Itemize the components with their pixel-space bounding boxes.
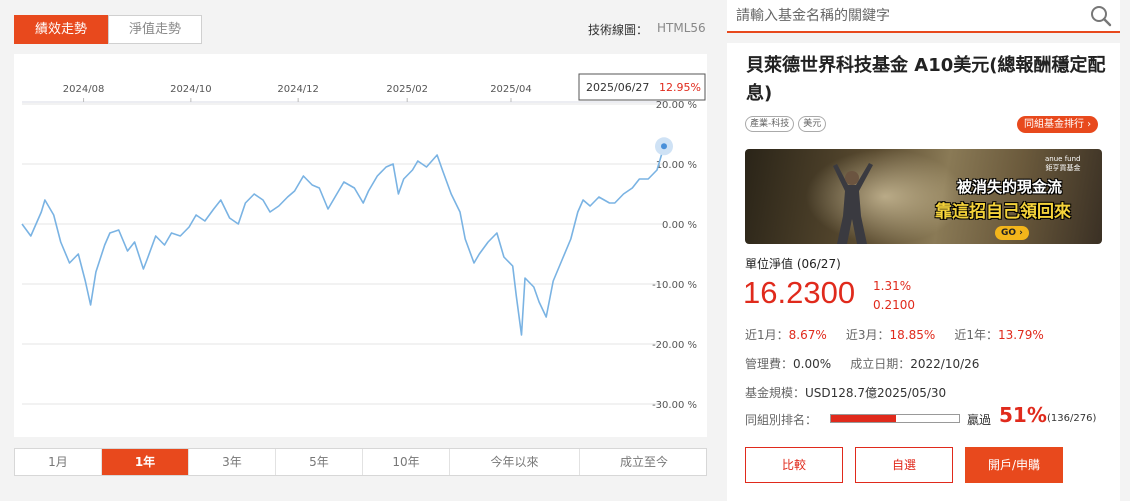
range-button-0[interactable]: 1月: [15, 449, 102, 475]
nav-change: 0.2100: [873, 298, 915, 312]
y-tick-label: -30.00 %: [652, 400, 697, 411]
fund-info-card: 貝萊德世界科技基金 A10美元(總報酬穩定配息) 產業-科技 美元 同組基金排行…: [727, 43, 1120, 501]
fee-and-inception: 管理費：0.00% 成立日期：2022/10/26: [745, 357, 980, 371]
banner-headline-2: 靠這招自己領回來: [935, 202, 1071, 222]
x-tick-label: 2024/08: [63, 84, 105, 95]
range-button-4[interactable]: 10年: [363, 449, 450, 475]
perf-1y: 13.79%: [997, 328, 1044, 342]
perf-3m: 18.85%: [889, 328, 936, 342]
series-line: [21, 146, 665, 336]
hover-point: [661, 143, 667, 150]
tag-category[interactable]: 產業-科技: [745, 116, 795, 132]
nav-change-pct: 1.31%: [873, 279, 912, 293]
peer-ranking-button[interactable]: 同組基金排行 ›: [1017, 116, 1099, 133]
x-tick-label: 2024/10: [170, 84, 212, 95]
fund-page: 績效走勢 淨值走勢 技術線圖： HTML56 20.00 % 10.00 % 0.0…: [0, 0, 1130, 501]
banner-headline-1: 被消失的現金流: [957, 178, 1063, 196]
fund-tags: 產業-科技 美元: [745, 116, 827, 132]
range-button-6[interactable]: 成立至今: [580, 449, 708, 475]
range-button-3[interactable]: 5年: [276, 449, 363, 475]
search-icon[interactable]: [1090, 5, 1112, 27]
fee-value: 0.00%: [793, 357, 832, 371]
tooltip-date: 2025/06/27: [586, 81, 649, 94]
inception-value: 2022/10/26: [910, 357, 980, 371]
rank-progress-bar: [830, 414, 960, 423]
fund-size-value: USD128.7億2025/05/30: [805, 386, 947, 400]
y-tick-label: -20.00 %: [652, 340, 697, 351]
range-button-1[interactable]: 1年: [102, 449, 189, 475]
person-illustration: [833, 163, 873, 244]
range-button-5[interactable]: 今年以來: [450, 449, 580, 475]
banner-logo: anue fund 鉅亨買基金: [1045, 155, 1081, 172]
perf-1m: 8.67%: [788, 328, 827, 342]
tooltip-value: 12.95%: [659, 81, 701, 94]
tech-chart-value[interactable]: HTML56: [657, 21, 706, 35]
compare-button[interactable]: 比較: [745, 447, 843, 483]
performance-summary: 近1月：8.67% 近3月：18.85% 近1年：13.79%: [745, 328, 1044, 342]
promo-banner[interactable]: anue fund 鉅亨買基金 被消失的現金流 靠這招自己領回來 GO ›: [745, 149, 1102, 244]
tech-chart-label: 技術線圖：: [588, 23, 649, 37]
nav-label: 單位淨值 (06/27): [745, 257, 841, 271]
search-input[interactable]: [736, 5, 1076, 27]
range-selector: 1月 1年 3年 5年 10年 今年以來 成立至今: [14, 448, 707, 476]
y-tick-label: 10.00 %: [656, 160, 697, 171]
open-account-button[interactable]: 開戶/申購: [965, 447, 1063, 483]
nav-value: 16.2300: [743, 275, 856, 310]
x-tick-label: 2025/02: [386, 84, 428, 95]
performance-line-chart[interactable]: 20.00 % 10.00 % 0.00 % -10.00 % -20.00 % -30.…: [14, 54, 707, 437]
win-label: 贏過: [967, 413, 992, 427]
y-tick-label: -10.00 %: [652, 280, 697, 291]
range-button-2[interactable]: 3年: [189, 449, 276, 475]
y-tick-label: 20.00 %: [656, 100, 697, 111]
x-tick-label: 2024/12: [277, 84, 319, 95]
y-tick-label: 0.00 %: [662, 220, 697, 231]
rank-label: 同組別排名：: [745, 413, 818, 427]
search-bar: [727, 0, 1120, 33]
tag-currency[interactable]: 美元: [798, 116, 827, 132]
fund-title: 貝萊德世界科技基金 A10美元(總報酬穩定配息): [746, 55, 1106, 104]
fund-size: 基金規模：USD128.7億2025/05/30: [745, 386, 947, 400]
x-tick-label: 2025/04: [490, 84, 532, 95]
watchlist-button[interactable]: 自選: [855, 447, 953, 483]
banner-go-button[interactable]: GO ›: [995, 226, 1029, 240]
rank-progress-fill: [831, 415, 897, 422]
tab-nav-trend[interactable]: 淨值走勢: [108, 15, 202, 44]
win-percentage: 51%: [999, 403, 1047, 427]
performance-chart-panel: 20.00 % 10.00 % 0.00 % -10.00 % -20.00 % -30.…: [14, 54, 707, 437]
win-count: (136/276): [1047, 413, 1097, 424]
tab-performance[interactable]: 績效走勢: [14, 15, 108, 44]
